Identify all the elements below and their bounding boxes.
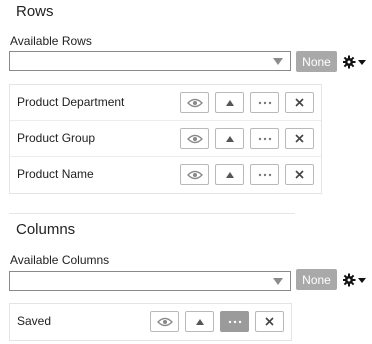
ellipsis-icon <box>258 101 271 104</box>
columns-heading: Columns <box>16 221 76 238</box>
close-icon <box>295 98 304 107</box>
visibility-button[interactable] <box>180 128 209 149</box>
move-up-button[interactable] <box>215 128 244 149</box>
close-icon <box>265 317 274 326</box>
available-columns-dropdown[interactable] <box>9 271 291 291</box>
visibility-button[interactable] <box>180 164 209 185</box>
rows-none-button[interactable]: None <box>296 51 337 72</box>
eye-icon <box>156 317 173 326</box>
list-item: Saved <box>10 304 291 340</box>
columns-list: Saved <box>9 303 292 341</box>
move-up-button[interactable] <box>215 164 244 185</box>
ellipsis-icon <box>228 320 241 323</box>
up-arrow-icon <box>225 171 234 178</box>
available-rows-label: Available Rows <box>10 34 92 48</box>
visibility-button[interactable] <box>150 311 179 332</box>
chevron-down-icon[interactable] <box>273 58 283 65</box>
row-item-label: Product Department <box>17 95 125 109</box>
remove-button[interactable] <box>285 164 314 185</box>
ellipsis-icon <box>258 137 271 140</box>
section-divider <box>9 213 295 214</box>
visibility-button[interactable] <box>180 92 209 113</box>
gear-icon <box>342 273 366 287</box>
more-options-button[interactable] <box>250 128 279 149</box>
close-icon <box>295 170 304 179</box>
eye-icon <box>186 170 203 179</box>
chevron-down-icon[interactable] <box>273 278 283 285</box>
remove-button[interactable] <box>285 92 314 113</box>
up-arrow-icon <box>195 318 204 325</box>
column-item-label: Saved <box>17 314 52 328</box>
list-item: Product Group <box>10 121 321 157</box>
row-item-label: Product Group <box>17 131 96 145</box>
eye-icon <box>186 98 203 107</box>
eye-icon <box>186 134 203 143</box>
ellipsis-icon <box>258 173 271 176</box>
more-options-button[interactable] <box>250 92 279 113</box>
rows-heading: Rows <box>16 3 54 20</box>
available-columns-label: Available Columns <box>10 253 110 267</box>
more-options-button[interactable] <box>220 311 249 332</box>
close-icon <box>295 134 304 143</box>
more-options-button[interactable] <box>250 164 279 185</box>
up-arrow-icon <box>225 99 234 106</box>
rows-list: Product Department Product Group Product… <box>9 84 322 194</box>
remove-button[interactable] <box>285 128 314 149</box>
list-item: Product Department <box>10 85 321 121</box>
columns-settings-button[interactable] <box>342 273 367 287</box>
gear-icon <box>342 55 366 69</box>
list-item: Product Name <box>10 157 321 193</box>
row-item-label: Product Name <box>17 167 94 181</box>
columns-none-button[interactable]: None <box>296 269 337 290</box>
remove-button[interactable] <box>255 311 284 332</box>
move-up-button[interactable] <box>185 311 214 332</box>
available-rows-dropdown[interactable] <box>9 51 291 71</box>
rows-settings-button[interactable] <box>342 55 367 69</box>
move-up-button[interactable] <box>215 92 244 113</box>
up-arrow-icon <box>225 135 234 142</box>
